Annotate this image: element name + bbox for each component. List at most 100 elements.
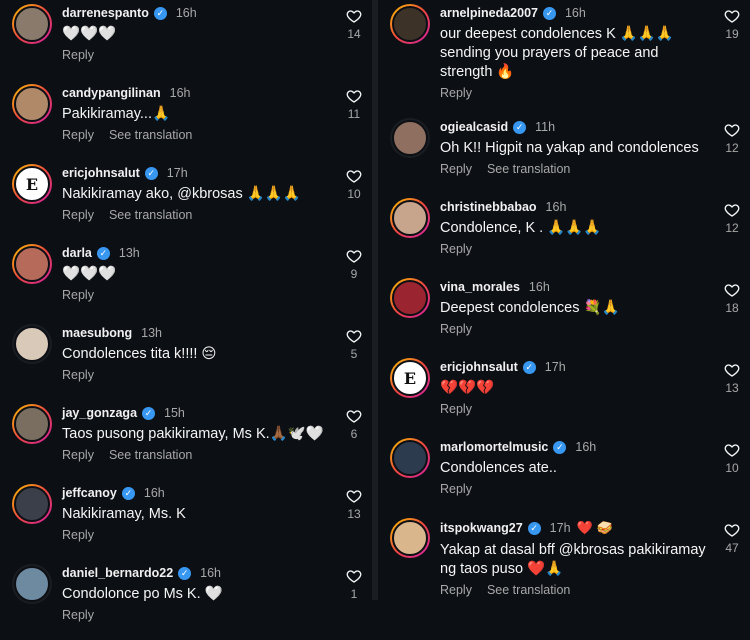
like-button[interactable]: 12 (720, 202, 744, 235)
like-count: 13 (347, 507, 361, 521)
avatar[interactable] (12, 84, 52, 124)
avatar[interactable] (12, 404, 52, 444)
username[interactable]: darla (62, 246, 92, 260)
username[interactable]: darrenespanto (62, 6, 149, 20)
heart-outline-icon (346, 410, 362, 423)
timestamp: 13h (118, 246, 140, 260)
username[interactable]: marlomortelmusic (440, 440, 548, 454)
username[interactable]: jeffcanoy (62, 486, 117, 500)
username[interactable]: candypangilinan (62, 86, 161, 100)
verified-badge-icon: ✓ (527, 521, 541, 535)
reply-button[interactable]: Reply (440, 482, 472, 496)
like-button[interactable]: 14 (342, 8, 366, 41)
verified-badge-icon: ✓ (153, 6, 167, 20)
avatar[interactable] (12, 484, 52, 524)
timestamp: 15h (164, 406, 185, 420)
reply-button[interactable]: Reply (62, 608, 94, 622)
timestamp: 17h (544, 360, 566, 374)
like-button[interactable]: 18 (720, 282, 744, 315)
reply-button[interactable]: Reply (62, 528, 94, 542)
like-button[interactable]: 9 (342, 248, 366, 281)
like-button[interactable]: 10 (720, 442, 744, 475)
like-count: 47 (725, 541, 739, 555)
verified-badge-icon: ✓ (142, 406, 156, 420)
reply-button[interactable]: Reply (440, 242, 472, 256)
reply-button[interactable]: Reply (62, 448, 94, 462)
see-translation-button[interactable]: See translation (487, 583, 570, 597)
like-button[interactable]: 5 (342, 328, 366, 361)
comment-text: Condolences tita k!!!! 😔 (62, 346, 217, 362)
avatar[interactable] (12, 564, 52, 604)
avatar[interactable] (390, 118, 430, 158)
like-button[interactable]: 19 (720, 8, 744, 41)
like-button[interactable]: 13 (720, 362, 744, 395)
username[interactable]: daniel_bernardo22 (62, 566, 173, 580)
username[interactable]: itspokwang27 (440, 521, 523, 535)
like-button[interactable]: 12 (720, 122, 744, 155)
username[interactable]: ericjohnsalut (440, 360, 518, 374)
username[interactable]: maesubong (62, 326, 132, 340)
avatar[interactable] (390, 438, 430, 478)
see-translation-button[interactable]: See translation (487, 162, 570, 176)
like-button[interactable]: 1 (342, 568, 366, 601)
like-count: 13 (725, 381, 739, 395)
reply-button[interactable]: Reply (62, 128, 94, 142)
reply-button[interactable]: Reply (62, 368, 94, 382)
reply-button[interactable]: Reply (440, 583, 472, 597)
username[interactable]: christinebbabao (440, 200, 537, 214)
verified-badge-icon: ✓ (513, 120, 527, 134)
like-count: 19 (725, 27, 739, 41)
like-button[interactable]: 13 (342, 488, 366, 521)
avatar[interactable] (390, 518, 430, 558)
avatar[interactable]: E (12, 164, 52, 204)
avatar[interactable] (12, 4, 52, 44)
comment-text: Condolonce po Ms K. 🤍 (62, 586, 223, 602)
like-count: 5 (350, 347, 358, 361)
comment-item: daniel_bernardo22 ✓ 16h Condolonce po Ms K.… (0, 560, 372, 640)
username[interactable]: ogiealcasid (440, 120, 508, 134)
like-count: 9 (350, 267, 358, 281)
comment-text: Nakikiramay ako, @kbrosas 🙏🙏🙏 (62, 186, 301, 202)
comment-item: candypangilinan 16h Pakikiramay...🙏 Reply Se… (0, 80, 372, 160)
comment-item: Eericjohnsalut ✓ 17h Nakikiramay ako, @kbro… (0, 160, 372, 240)
avatar[interactable] (390, 198, 430, 238)
reply-button[interactable]: Reply (440, 322, 472, 336)
reply-button[interactable]: Reply (440, 162, 472, 176)
username[interactable]: arnelpineda2007 (440, 6, 538, 20)
comment-item: maesubong 13h Condolences tita k!!!! 😔 Repl… (0, 320, 372, 400)
heart-outline-icon (724, 124, 740, 137)
comment-text: Taos pusong pakikiramay, Ms K.🙏🏾🕊️🤍 (62, 426, 324, 442)
reply-button[interactable]: Reply (62, 288, 94, 302)
like-count: 11 (347, 107, 361, 121)
like-button[interactable]: 6 (342, 408, 366, 441)
username[interactable]: jay_gonzaga (62, 406, 137, 420)
like-button[interactable]: 10 (342, 168, 366, 201)
verified-badge-icon: ✓ (144, 166, 158, 180)
like-button[interactable]: 11 (342, 88, 366, 121)
avatar[interactable] (12, 244, 52, 284)
reply-button[interactable]: Reply (440, 86, 472, 100)
see-translation-button[interactable]: See translation (109, 208, 192, 222)
like-button[interactable]: 47 (720, 522, 744, 555)
avatar[interactable] (12, 324, 52, 364)
see-translation-button[interactable]: See translation (109, 448, 192, 462)
see-translation-button[interactable]: See translation (109, 128, 192, 142)
timestamp: 16h (169, 86, 191, 100)
comment-item: arnelpineda2007 ✓ 16h our deepest condolenc… (378, 0, 750, 100)
comment-text: 🤍🤍🤍 (62, 266, 117, 282)
reply-button[interactable]: Reply (62, 48, 94, 62)
heart-outline-icon (346, 90, 362, 103)
reply-button[interactable]: Reply (62, 208, 94, 222)
reaction-emoji: 🥪 (596, 520, 613, 535)
timestamp: 16h (528, 280, 550, 294)
reply-button[interactable]: Reply (440, 402, 472, 416)
timestamp: 11h (535, 120, 556, 134)
username[interactable]: ericjohnsalut (62, 166, 140, 180)
username[interactable]: vina_morales (440, 280, 520, 294)
timestamp: 16h (564, 6, 586, 20)
heart-outline-icon (724, 204, 740, 217)
avatar[interactable]: E (390, 358, 430, 398)
like-count: 14 (347, 27, 361, 41)
avatar[interactable] (390, 278, 430, 318)
avatar[interactable] (390, 4, 430, 44)
